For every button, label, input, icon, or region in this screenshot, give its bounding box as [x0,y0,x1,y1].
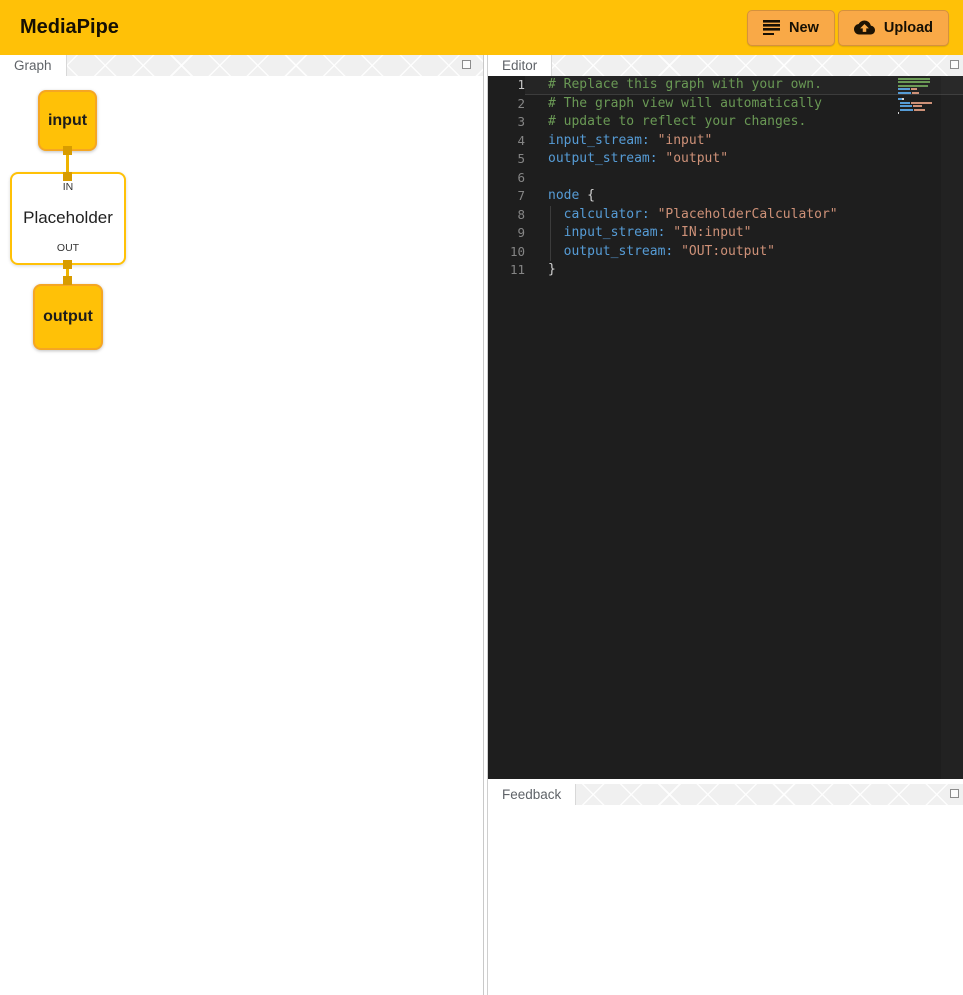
tab-feedback[interactable]: Feedback [488,784,576,805]
new-button-label: New [789,20,819,36]
new-button[interactable]: New [747,10,835,46]
port-connector[interactable] [63,260,72,269]
in-port-label: IN [12,181,124,193]
app-header: MediaPipe New Upload [0,0,963,55]
upload-icon [854,17,875,38]
graph-node-input[interactable]: input [38,90,97,151]
port-connector[interactable] [63,172,72,181]
port-connector[interactable] [63,146,72,155]
indent-guide [550,224,551,243]
line-number: 9 [488,224,525,243]
graph-node-output[interactable]: output [33,284,103,350]
graph-canvas[interactable]: input IN Placeholder OUT output [0,76,483,995]
line-number: 8 [488,206,525,225]
right-column: Editor 1# Replace this graph with your o… [487,55,963,995]
graph-tabstrip: Graph [0,55,483,76]
code-line[interactable]: 2# The graph view will automatically [488,95,963,114]
minimap[interactable] [898,78,938,115]
line-number: 10 [488,243,525,262]
port-connector[interactable] [63,276,72,285]
placeholder-node-title: Placeholder [12,207,124,227]
new-icon [763,20,780,35]
out-port-label: OUT [12,242,124,254]
line-number: 11 [488,261,525,280]
line-number: 4 [488,132,525,151]
feedback-body [488,805,963,995]
editor-scrollbar[interactable] [941,76,963,779]
line-number: 1 [488,76,525,95]
line-number: 6 [488,169,525,188]
code-line[interactable]: 4input_stream: "input" [488,132,963,151]
main-area: Graph input IN Placeholder OUT output [0,55,963,995]
graph-node-placeholder[interactable]: IN Placeholder OUT [10,172,126,265]
popout-icon[interactable] [950,789,959,798]
feedback-panel: Feedback [488,784,963,995]
code-line[interactable]: 8 calculator: "PlaceholderCalculator" [488,206,963,225]
feedback-tabstrip: Feedback [488,784,963,805]
code-line[interactable]: 10 output_stream: "OUT:output" [488,243,963,262]
line-number: 5 [488,150,525,169]
line-number: 3 [488,113,525,132]
editor-panel: Editor 1# Replace this graph with your o… [488,55,963,779]
graph-node-input-label: input [48,112,87,130]
graph-node-output-label: output [43,308,93,326]
code-line[interactable]: 6 [488,169,963,188]
indent-guide [550,243,551,262]
editor-tabstrip: Editor [488,55,963,76]
tab-editor-label: Editor [502,58,537,73]
code-line[interactable]: 7node { [488,187,963,206]
app-title: MediaPipe [14,16,119,39]
graph-panel: Graph input IN Placeholder OUT output [0,55,484,995]
code-line[interactable]: 3# update to reflect your changes. [488,113,963,132]
tab-graph[interactable]: Graph [0,55,67,76]
code-editor[interactable]: 1# Replace this graph with your own.2# T… [488,76,963,779]
tab-editor[interactable]: Editor [488,55,552,76]
upload-button[interactable]: Upload [838,10,949,46]
code-line[interactable]: 1# Replace this graph with your own. [488,76,963,95]
tab-graph-label: Graph [14,58,52,73]
popout-icon[interactable] [950,60,959,69]
code-line[interactable]: 11} [488,261,963,280]
code-line[interactable]: 9 input_stream: "IN:input" [488,224,963,243]
code-lines[interactable]: 1# Replace this graph with your own.2# T… [488,76,963,280]
line-number: 2 [488,95,525,114]
indent-guide [550,206,551,225]
popout-icon[interactable] [462,60,471,69]
code-line[interactable]: 5output_stream: "output" [488,150,963,169]
upload-button-label: Upload [884,20,933,36]
header-buttons: New Upload [747,10,949,46]
tab-feedback-label: Feedback [502,787,561,802]
line-number: 7 [488,187,525,206]
